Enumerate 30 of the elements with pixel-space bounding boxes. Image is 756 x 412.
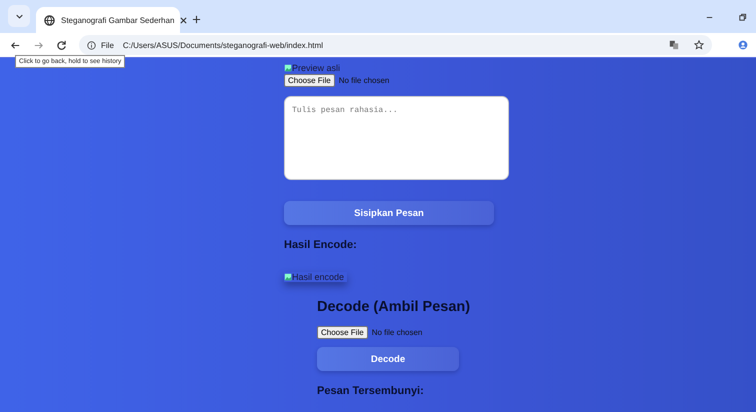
- info-icon[interactable]: [87, 40, 96, 50]
- hidden-message-heading: Pesan Tersembunyi:: [317, 385, 424, 397]
- image-alt-text: Preview asli: [292, 63, 340, 73]
- reload-icon[interactable]: [56, 40, 67, 50]
- decode-button[interactable]: Decode: [317, 347, 459, 371]
- image-alt-text: Hasil encode: [292, 272, 344, 282]
- back-icon[interactable]: [10, 40, 21, 50]
- globe-icon: [44, 14, 55, 26]
- new-tab-icon[interactable]: [192, 15, 201, 24]
- choose-file-button[interactable]: Choose File: [317, 326, 368, 339]
- file-status: No file chosen: [372, 328, 422, 337]
- embed-button[interactable]: Sisipkan Pesan: [284, 201, 494, 225]
- decode-heading: Decode (Ambil Pesan): [317, 299, 470, 315]
- address-bar[interactable]: File C:/Users/ASUS/Documents/steganografi-web/index.html: [79, 35, 712, 55]
- scheme-label: File: [101, 40, 114, 50]
- forward-icon[interactable]: [33, 40, 44, 50]
- profile-icon[interactable]: [738, 40, 748, 50]
- broken-image-icon: [284, 273, 292, 281]
- choose-file-button[interactable]: Choose File: [284, 74, 335, 87]
- star-icon[interactable]: [694, 40, 704, 50]
- tab-title: Steganografi Gambar Sederhan: [61, 16, 174, 24]
- chevron-icon[interactable]: [16, 14, 22, 18]
- message-field[interactable]: Tulis pesan rahasia...: [284, 96, 509, 180]
- url-text: C:/Users/ASUS/Documents/steganografi-web/index.html: [122, 40, 323, 50]
- result-heading: Hasil Encode:: [284, 239, 357, 251]
- restore-icon[interactable]: [738, 13, 747, 22]
- broken-image-icon: [284, 64, 292, 72]
- translate-icon[interactable]: [669, 40, 679, 50]
- close-icon[interactable]: [180, 16, 188, 24]
- file-status: No file chosen: [338, 76, 390, 85]
